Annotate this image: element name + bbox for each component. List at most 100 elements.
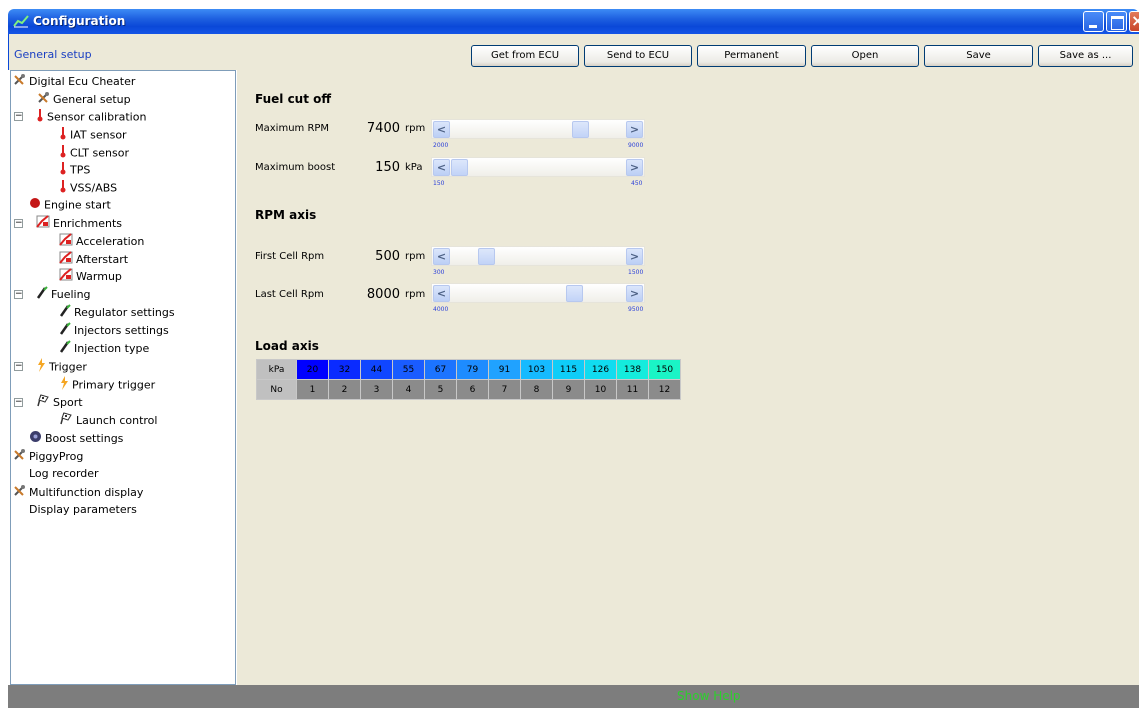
index-cell: 2 xyxy=(328,379,361,400)
kpa-cell[interactable]: 103 xyxy=(520,359,553,380)
red-dot-icon xyxy=(29,197,41,214)
tree-item[interactable]: TPS xyxy=(59,161,90,178)
configuration-window: Configuration General setup Get from ECU… xyxy=(0,0,1139,708)
kpa-cell[interactable]: 115 xyxy=(552,359,585,380)
tree-item[interactable]: Sensor calibration xyxy=(36,108,146,125)
window-title: Configuration xyxy=(33,14,126,28)
tree-item[interactable]: Enrichments xyxy=(36,215,122,232)
tree-item[interactable]: Afterstart xyxy=(59,251,128,268)
index-cell: 8 xyxy=(520,379,553,400)
tree-item[interactable]: Digital Ecu Cheater xyxy=(13,73,135,90)
tree-item-label: General setup xyxy=(53,93,131,106)
tree-item[interactable]: Injectors settings xyxy=(59,322,169,339)
max-rpm-min: 2000 xyxy=(433,142,449,149)
arrow-right-icon[interactable]: > xyxy=(626,285,643,302)
collapse-icon[interactable]: − xyxy=(14,219,23,228)
injector-icon xyxy=(59,304,71,322)
collapse-icon[interactable]: − xyxy=(14,290,23,299)
kpa-cell[interactable]: 67 xyxy=(424,359,457,380)
chart-icon xyxy=(59,251,73,269)
chart-icon xyxy=(59,233,73,251)
slider-thumb[interactable] xyxy=(477,248,495,265)
tree-item[interactable]: IAT sensor xyxy=(59,126,127,143)
tree-item[interactable]: Warmup xyxy=(59,268,122,285)
tree-item[interactable]: Injection type xyxy=(59,340,149,357)
kpa-cell[interactable]: 79 xyxy=(456,359,489,380)
collapse-icon[interactable]: − xyxy=(14,362,23,371)
tree-item[interactable]: Launch control xyxy=(59,412,157,429)
tree-item[interactable]: CLT sensor xyxy=(59,144,129,161)
load-axis-table: kPa 20 32 44 55 67 79 91 103 115 126 138 150 No 123… xyxy=(256,359,681,400)
last-cell-min: 4000 xyxy=(433,306,449,313)
first-cell-value: 500 xyxy=(375,249,400,264)
injector-icon xyxy=(36,286,48,304)
send-to-ecu-button[interactable]: Send to ECU xyxy=(584,45,692,67)
tree-item[interactable]: General setup xyxy=(37,91,131,108)
kpa-cell[interactable]: 91 xyxy=(488,359,521,380)
tree-item[interactable]: Multifunction display xyxy=(13,484,143,501)
save-as-button[interactable]: Save as ... xyxy=(1038,45,1133,67)
spark-icon xyxy=(59,376,69,395)
slider-thumb[interactable] xyxy=(565,285,583,302)
tree-item-label: VSS/ABS xyxy=(70,181,118,195)
arrow-left-icon[interactable]: < xyxy=(433,285,450,302)
tree-item-label: Digital Ecu Cheater xyxy=(29,75,136,88)
max-boost-value: 150 xyxy=(375,160,400,175)
index-cell: 6 xyxy=(456,379,489,400)
tree-item[interactable]: Engine start xyxy=(29,197,111,214)
tree-item[interactable]: Acceleration xyxy=(59,233,144,250)
tree-item[interactable]: Sport xyxy=(36,394,83,411)
arrow-right-icon[interactable]: > xyxy=(626,159,643,176)
maximize-button[interactable] xyxy=(1106,11,1127,32)
tree-item-label: TPS xyxy=(70,163,91,177)
collapse-icon[interactable]: − xyxy=(14,398,23,407)
arrow-left-icon[interactable]: < xyxy=(433,248,450,265)
index-cell: 9 xyxy=(552,379,585,400)
chart-icon xyxy=(36,215,50,233)
arrow-left-icon[interactable]: < xyxy=(433,159,450,176)
slider-thumb[interactable] xyxy=(451,159,468,176)
collapse-icon[interactable]: − xyxy=(14,112,23,121)
kpa-cell[interactable]: 32 xyxy=(328,359,361,380)
max-boost-label: Maximum boost xyxy=(255,162,336,173)
first-cell-unit: rpm xyxy=(405,251,426,262)
tree-item[interactable]: Trigger xyxy=(36,358,87,375)
arrow-right-icon[interactable]: > xyxy=(626,121,643,138)
tree-item[interactable]: VSS/ABS xyxy=(59,179,117,196)
permanent-button[interactable]: Permanent xyxy=(697,45,806,67)
tools-icon xyxy=(37,91,50,109)
minimize-button[interactable] xyxy=(1083,11,1104,32)
kpa-cell[interactable]: 138 xyxy=(616,359,649,380)
index-cell: 12 xyxy=(648,379,681,400)
get-from-ecu-button[interactable]: Get from ECU xyxy=(471,45,579,67)
tree-item[interactable]: Boost settings xyxy=(29,430,123,447)
kpa-cell[interactable]: 20 xyxy=(296,359,329,380)
toolbar: General setup Get from ECU Send to ECU P… xyxy=(8,34,1139,70)
tree-item[interactable]: PiggyProg xyxy=(13,448,83,465)
save-button[interactable]: Save xyxy=(924,45,1033,67)
tree-item[interactable]: Fueling xyxy=(36,286,91,303)
arrow-right-icon[interactable]: > xyxy=(626,248,643,265)
index-cell: 11 xyxy=(616,379,649,400)
kpa-cell[interactable]: 126 xyxy=(584,359,617,380)
last-cell-slider[interactable]: < > xyxy=(431,283,645,303)
tree-item[interactable]: Display parameters xyxy=(29,502,137,519)
first-cell-slider[interactable]: < > xyxy=(431,246,645,266)
title-bar[interactable]: Configuration xyxy=(8,9,1139,34)
show-help-link[interactable]: Show Help xyxy=(677,689,741,703)
kpa-cell[interactable]: 150 xyxy=(648,359,681,380)
tree-item[interactable]: Regulator settings xyxy=(59,304,175,321)
tree-item-label: IAT sensor xyxy=(70,128,127,142)
max-rpm-slider[interactable]: < > xyxy=(431,119,645,139)
max-boost-slider[interactable]: < > xyxy=(431,157,645,177)
slider-thumb[interactable] xyxy=(571,121,589,138)
tree-item[interactable]: Log recorder xyxy=(29,466,99,483)
arrow-left-icon[interactable]: < xyxy=(433,121,450,138)
kpa-row-label: kPa xyxy=(256,359,297,380)
open-button[interactable]: Open xyxy=(811,45,919,67)
close-button[interactable] xyxy=(1129,11,1139,32)
tree-item[interactable]: Primary trigger xyxy=(59,376,155,393)
kpa-cell[interactable]: 44 xyxy=(360,359,393,380)
tree-item-label: Fueling xyxy=(51,288,91,301)
kpa-cell[interactable]: 55 xyxy=(392,359,425,380)
